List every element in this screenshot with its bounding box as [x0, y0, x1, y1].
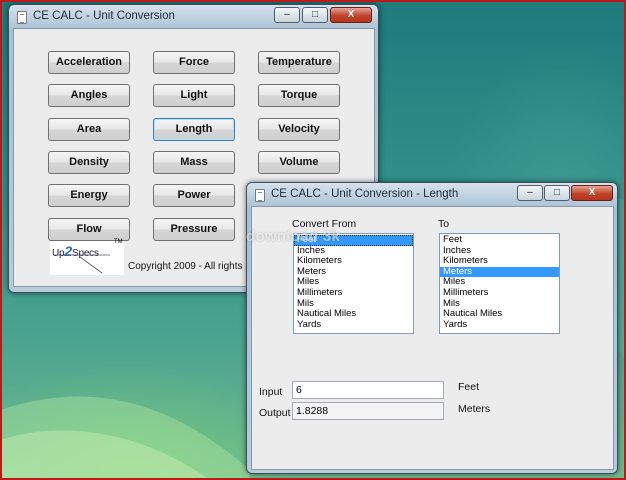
copyright-text: Copyright 2009 - All rights rese — [128, 261, 265, 272]
pressure-button[interactable]: Pressure — [153, 218, 235, 241]
from-option-feet[interactable]: Feet — [294, 234, 413, 246]
power-button[interactable]: Power — [153, 184, 235, 207]
energy-button[interactable]: Energy — [48, 184, 130, 207]
maximize-button[interactable]: □ — [302, 7, 328, 23]
velocity-button[interactable]: Velocity — [258, 118, 340, 141]
main-window-title: CE CALC - Unit Conversion — [33, 10, 175, 22]
acceleration-button[interactable]: Acceleration — [48, 51, 130, 74]
from-option-millimeters[interactable]: Millimeters — [294, 287, 413, 299]
output-field[interactable]: 1.8288 — [292, 402, 444, 420]
to-option-yards[interactable]: Yards — [440, 319, 559, 331]
logo-underline-graphic — [54, 254, 110, 274]
output-unit-label: Meters — [458, 403, 491, 415]
area-button[interactable]: Area — [48, 118, 130, 141]
convert-to-listbox[interactable]: Feet Inches Kilometers Meters Miles Mill… — [439, 233, 560, 334]
length-window: CE CALC - Unit Conversion - Length – □ X… — [246, 182, 618, 474]
flow-button[interactable]: Flow — [48, 218, 130, 241]
input-label: Input — [259, 386, 283, 398]
minimize-button[interactable]: – — [517, 185, 543, 201]
app-icon — [17, 11, 27, 24]
convert-from-label: Convert From — [292, 218, 357, 230]
close-button[interactable]: X — [571, 185, 613, 201]
angles-button[interactable]: Angles — [48, 84, 130, 107]
input-unit-label: Feet — [458, 381, 480, 393]
force-button[interactable]: Force — [153, 51, 235, 74]
app-icon — [255, 189, 265, 202]
input-field[interactable]: 6 — [292, 381, 444, 399]
torque-button[interactable]: Torque — [258, 84, 340, 107]
maximize-button[interactable]: □ — [544, 185, 570, 201]
light-button[interactable]: Light — [153, 84, 235, 107]
length-button[interactable]: Length — [153, 118, 235, 141]
output-label: Output — [259, 407, 291, 419]
to-option-millimeters[interactable]: Millimeters — [440, 287, 559, 299]
temperature-button[interactable]: Temperature — [258, 51, 340, 74]
up2specs-logo: Up2Specs TM — [50, 239, 124, 275]
density-button[interactable]: Density — [48, 151, 130, 174]
from-option-yards[interactable]: Yards — [294, 319, 413, 331]
mass-button[interactable]: Mass — [153, 151, 235, 174]
close-button[interactable]: X — [330, 7, 372, 23]
length-window-title: CE CALC - Unit Conversion - Length — [271, 188, 459, 200]
length-client-area: Convert From To Feet Inches Kilometers M… — [251, 206, 614, 470]
to-label: To — [438, 218, 450, 230]
convert-from-listbox[interactable]: Feet Inches Kilometers Meters Miles Mill… — [293, 233, 414, 334]
to-option-feet[interactable]: Feet — [440, 234, 559, 246]
volume-button[interactable]: Volume — [258, 151, 340, 174]
minimize-button[interactable]: – — [274, 7, 300, 23]
